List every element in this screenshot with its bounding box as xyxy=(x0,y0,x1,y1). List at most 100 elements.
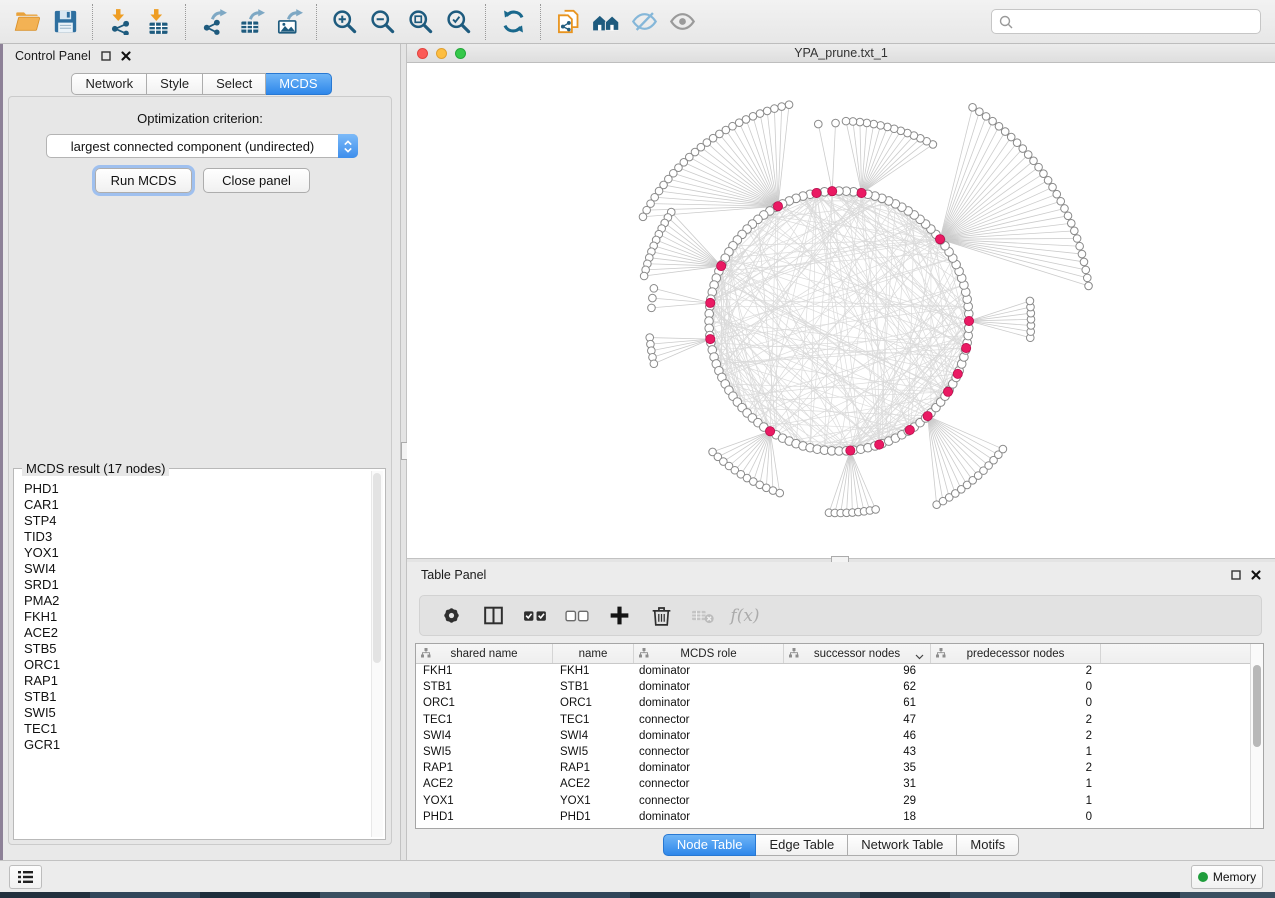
tab-mcds[interactable]: MCDS xyxy=(266,73,331,95)
table-row[interactable]: SWI5SWI5connector431 xyxy=(416,744,1250,760)
mcds-result-item[interactable]: STB5 xyxy=(24,641,371,657)
table-cell[interactable]: dominator xyxy=(634,728,784,744)
tab-style[interactable]: Style xyxy=(147,73,203,95)
table-cell[interactable]: 1 xyxy=(931,776,1101,792)
function-builder-button[interactable]: f(x) xyxy=(728,599,762,633)
sort-menu-icon[interactable] xyxy=(915,651,924,663)
table-row[interactable]: STB1STB1dominator620 xyxy=(416,679,1250,695)
table-cell[interactable]: 0 xyxy=(931,679,1101,695)
table-cell[interactable]: 35 xyxy=(784,760,931,776)
table-settings-button[interactable] xyxy=(434,599,468,633)
table-cell[interactable]: connector xyxy=(634,793,784,809)
table-cell[interactable]: STB1 xyxy=(553,679,634,695)
table-cell[interactable]: YOX1 xyxy=(416,793,553,809)
table-cell[interactable]: 2 xyxy=(931,728,1101,744)
hide-selected-button[interactable] xyxy=(627,5,661,39)
table-cell[interactable]: 46 xyxy=(784,728,931,744)
table-cell[interactable]: dominator xyxy=(634,809,784,825)
network-canvas[interactable] xyxy=(407,63,1275,558)
delete-table-button[interactable] xyxy=(686,599,720,633)
mcds-result-item[interactable]: ACE2 xyxy=(24,625,371,641)
tab-select[interactable]: Select xyxy=(203,73,266,95)
zoom-out-button[interactable] xyxy=(365,5,399,39)
scrollbar-thumb[interactable] xyxy=(1253,665,1261,747)
table-cell[interactable]: 29 xyxy=(784,793,931,809)
tab-edge-table[interactable]: Edge Table xyxy=(756,834,848,856)
mcds-result-item[interactable]: GCR1 xyxy=(24,737,371,753)
mcds-result-item[interactable]: STB1 xyxy=(24,689,371,705)
mcds-result-item[interactable]: STP4 xyxy=(24,513,371,529)
import-network-button[interactable] xyxy=(103,5,137,39)
table-cell[interactable]: ACE2 xyxy=(553,776,634,792)
table-row[interactable]: YOX1YOX1connector291 xyxy=(416,793,1250,809)
table-cell[interactable]: 2 xyxy=(931,760,1101,776)
table-cell[interactable]: dominator xyxy=(634,695,784,711)
run-mcds-button[interactable]: Run MCDS xyxy=(95,168,192,193)
table-cell[interactable]: 18 xyxy=(784,809,931,825)
mcds-result-item[interactable]: SRD1 xyxy=(24,577,371,593)
table-cell[interactable]: SWI4 xyxy=(553,728,634,744)
add-column-button[interactable] xyxy=(602,599,636,633)
export-table-button[interactable] xyxy=(234,5,268,39)
close-panel-icon[interactable] xyxy=(1251,570,1261,580)
export-image-button[interactable] xyxy=(272,5,306,39)
toggle-panel-layout-button[interactable] xyxy=(476,599,510,633)
zoom-selected-button[interactable] xyxy=(441,5,475,39)
zoom-in-button[interactable] xyxy=(327,5,361,39)
close-mcds-panel-button[interactable]: Close panel xyxy=(203,168,310,193)
column-header-successor-nodes[interactable]: successor nodes xyxy=(784,644,931,663)
table-cell[interactable]: RAP1 xyxy=(416,760,553,776)
table-cell[interactable]: RAP1 xyxy=(553,760,634,776)
table-cell[interactable]: 47 xyxy=(784,712,931,728)
table-row[interactable]: ORC1ORC1dominator610 xyxy=(416,695,1250,711)
refresh-layout-button[interactable] xyxy=(496,5,530,39)
table-cell[interactable]: 43 xyxy=(784,744,931,760)
show-all-button[interactable] xyxy=(665,5,699,39)
mcds-result-item[interactable]: PMA2 xyxy=(24,593,371,609)
table-cell[interactable]: ORC1 xyxy=(416,695,553,711)
table-cell[interactable]: dominator xyxy=(634,663,784,679)
table-scrollbar[interactable] xyxy=(1250,644,1263,828)
table-cell[interactable]: 1 xyxy=(931,793,1101,809)
table-cell[interactable]: SWI5 xyxy=(416,744,553,760)
table-cell[interactable]: PHD1 xyxy=(416,809,553,825)
float-panel-icon[interactable] xyxy=(1231,570,1241,580)
mcds-result-scrollbar[interactable] xyxy=(371,471,383,837)
zoom-fit-button[interactable] xyxy=(403,5,437,39)
table-cell[interactable]: PHD1 xyxy=(553,809,634,825)
mcds-result-item[interactable]: ORC1 xyxy=(24,657,371,673)
table-cell[interactable]: STB1 xyxy=(416,679,553,695)
mcds-result-item[interactable]: SWI4 xyxy=(24,561,371,577)
open-file-button[interactable] xyxy=(10,5,44,39)
table-cell[interactable]: connector xyxy=(634,776,784,792)
table-row[interactable]: PHD1PHD1dominator180 xyxy=(416,809,1250,825)
table-cell[interactable]: dominator xyxy=(634,760,784,776)
table-cell[interactable]: SWI5 xyxy=(553,744,634,760)
copy-network-button[interactable] xyxy=(551,5,585,39)
search-input[interactable] xyxy=(1014,11,1260,32)
close-panel-icon[interactable] xyxy=(121,51,131,61)
mcds-result-item[interactable]: FKH1 xyxy=(24,609,371,625)
table-row[interactable]: FKH1FKH1dominator962 xyxy=(416,663,1250,679)
import-table-button[interactable] xyxy=(141,5,175,39)
table-cell[interactable]: dominator xyxy=(634,679,784,695)
select-all-columns-button[interactable] xyxy=(518,599,552,633)
save-session-button[interactable] xyxy=(48,5,82,39)
mcds-result-item[interactable]: PHD1 xyxy=(24,481,371,497)
table-cell[interactable]: 0 xyxy=(931,809,1101,825)
table-cell[interactable]: ACE2 xyxy=(416,776,553,792)
table-cell[interactable]: 2 xyxy=(931,712,1101,728)
table-row[interactable]: ACE2ACE2connector311 xyxy=(416,776,1250,792)
tab-network-table[interactable]: Network Table xyxy=(848,834,957,856)
mcds-result-list[interactable]: PHD1CAR1STP4TID3YOX1SWI4SRD1PMA2FKH1ACE2… xyxy=(16,473,371,837)
table-row[interactable]: TEC1TEC1connector472 xyxy=(416,712,1250,728)
table-cell[interactable]: FKH1 xyxy=(416,663,553,679)
mcds-result-item[interactable]: YOX1 xyxy=(24,545,371,561)
mcds-result-item[interactable]: SWI5 xyxy=(24,705,371,721)
first-neighbors-button[interactable] xyxy=(589,5,623,39)
table-cell[interactable]: connector xyxy=(634,744,784,760)
scrollbar-thumb[interactable] xyxy=(373,473,381,663)
table-cell[interactable]: SWI4 xyxy=(416,728,553,744)
search-box[interactable] xyxy=(991,9,1261,34)
mcds-result-item[interactable]: TEC1 xyxy=(24,721,371,737)
